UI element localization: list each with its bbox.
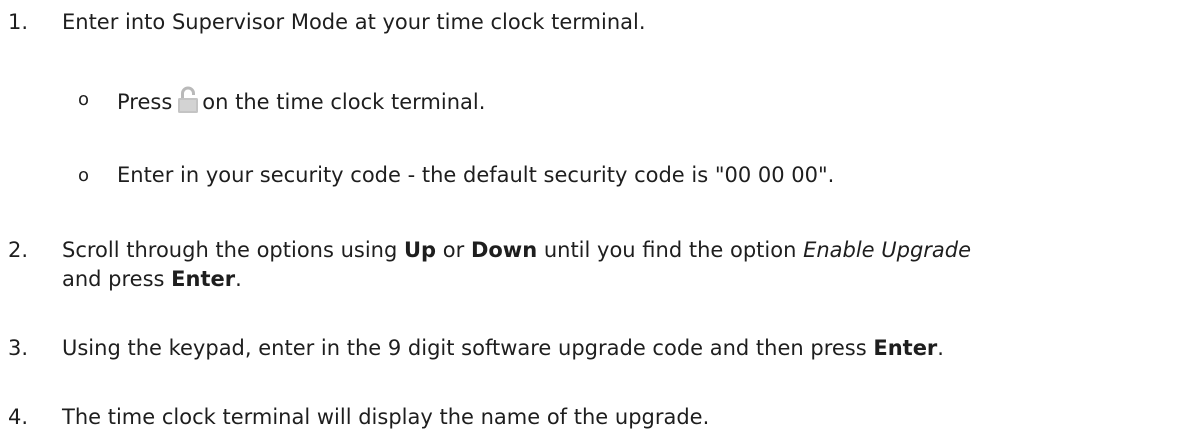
- bullet-symbol: o: [78, 165, 90, 186]
- step-number: 4.: [8, 405, 29, 429]
- step-number: 2.: [8, 238, 29, 262]
- text-run: or: [436, 238, 471, 262]
- step-text: Using the keypad, enter in the 9 digit s…: [62, 334, 1190, 363]
- text-run: Scroll through the options using: [62, 238, 404, 262]
- instructions-document: 1. Enter into Supervisor Mode at your ti…: [0, 0, 1196, 440]
- step-number: 1.: [8, 10, 29, 34]
- key-down: Down: [470, 238, 538, 262]
- bullet-text: Enter in your security code - the defaul…: [117, 163, 835, 187]
- key-enter: Enter: [171, 267, 236, 291]
- step-text: The time clock terminal will display the…: [62, 405, 710, 429]
- key-enter: Enter: [873, 336, 938, 360]
- step-number: 3.: [8, 336, 29, 360]
- text-run: and press: [62, 267, 172, 291]
- text-run: Using the keypad, enter in the 9 digit s…: [62, 336, 874, 360]
- text-run: .: [235, 267, 242, 291]
- option-name: Enable Upgrade: [803, 238, 972, 262]
- unlock-icon: [176, 85, 200, 115]
- bullet-text-after: on the time clock terminal.: [202, 90, 486, 114]
- step-text: Scroll through the options using Up or D…: [62, 236, 1190, 294]
- text-run: until you find the option: [537, 238, 804, 262]
- key-up: Up: [404, 238, 437, 262]
- bullet-text: Press on the time clock terminal.: [117, 85, 1190, 117]
- bullet-symbol: o: [78, 89, 90, 110]
- bullet-text-before: Press: [117, 90, 173, 114]
- step-text: Enter into Supervisor Mode at your time …: [62, 10, 646, 34]
- text-run: .: [937, 336, 944, 360]
